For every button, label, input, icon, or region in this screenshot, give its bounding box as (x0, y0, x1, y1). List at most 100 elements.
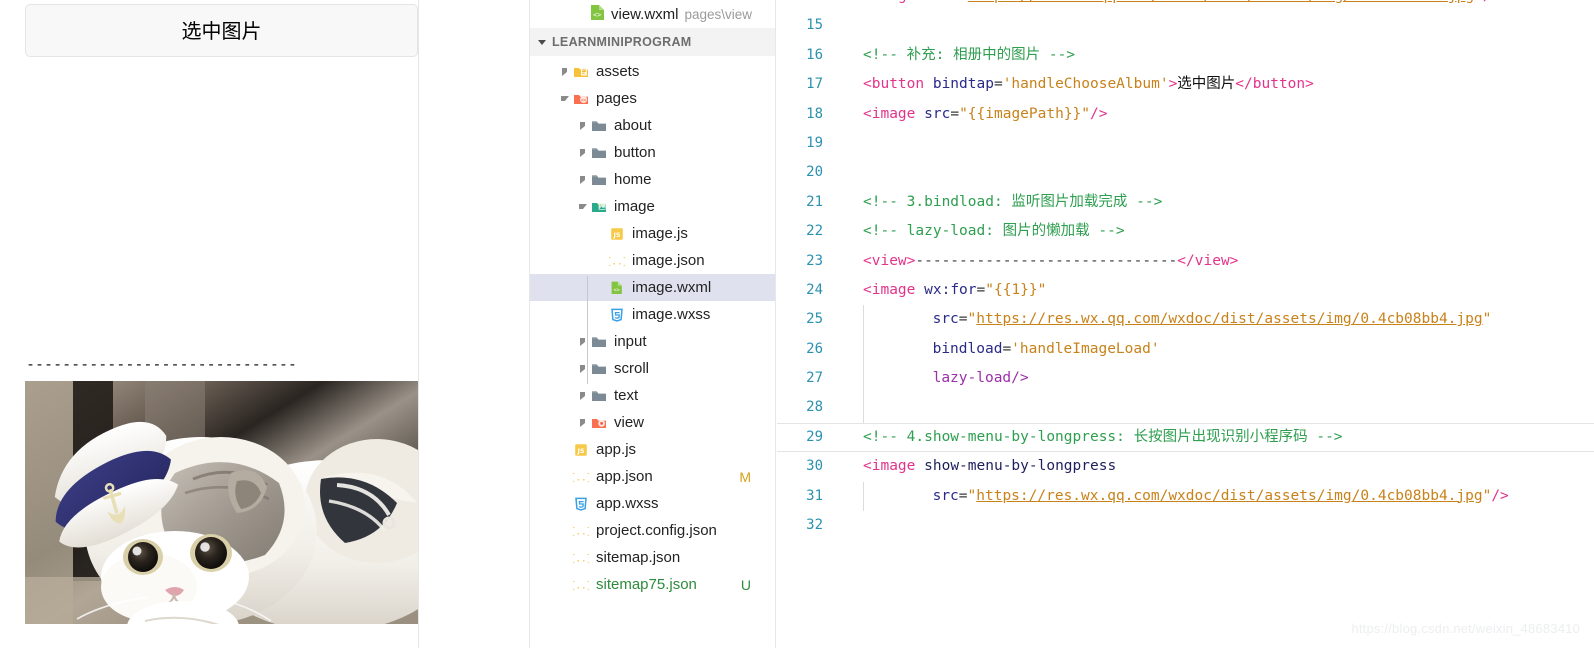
code-line[interactable]: 26 bindload='handleImageLoad' (777, 334, 1594, 365)
tree-folder-scroll[interactable]: scroll (530, 355, 775, 382)
tree-twisty[interactable] (576, 204, 589, 209)
git-status-badge: M (739, 468, 751, 485)
chevron-down-icon[interactable] (560, 96, 569, 101)
token-cjk: 选中图片 (1177, 76, 1236, 93)
token-url: https://res.wx.qq.com/wxdoc/dist/assets/… (976, 487, 1483, 504)
code-line[interactable]: 29 <!-- 4.show-menu-by-longpress: 长按图片出现识… (777, 422, 1594, 453)
tree-item-label: sitemap75.json (596, 576, 697, 593)
tree-twisty[interactable] (558, 67, 571, 76)
code-line[interactable]: 25 src="https://res.wx.qq.com/wxdoc/dist/… (777, 305, 1594, 335)
css-file-icon (607, 307, 626, 323)
chevron-right-icon[interactable] (562, 67, 567, 76)
preview-content: ------------------------------ (25, 57, 418, 642)
tree-folder-image[interactable]: image (530, 193, 775, 220)
tree-twisty[interactable] (576, 148, 589, 157)
token-punc: = (976, 281, 986, 298)
chevron-right-icon[interactable] (580, 121, 585, 130)
line-number: 27 (806, 370, 823, 387)
preview-cat-image (25, 381, 418, 624)
folder-assets-icon (571, 64, 590, 80)
code-line[interactable]: 22 <!-- lazy-load: 图片的懒加载 --> (777, 217, 1594, 246)
code-line[interactable]: 21 <!-- 3.bindload: 监听图片加载完成 --> (777, 188, 1594, 217)
tree-indent-guide (587, 276, 588, 384)
code-line[interactable]: 30 <image show-menu-by-longpress (777, 452, 1594, 481)
code-text: <view>------------------------------</vi… (863, 247, 1238, 276)
code-line[interactable]: 20 (777, 158, 1594, 187)
chevron-right-icon[interactable] (580, 364, 585, 373)
code-line[interactable]: 27 lazy-load/> (777, 364, 1594, 394)
editor-tab-view-wxml[interactable]: <> view.wxml pages\view (530, 0, 775, 28)
tree-file-app-js[interactable]: JS app.js (530, 436, 775, 463)
tree-folder-assets[interactable]: assets (530, 58, 775, 85)
chevron-right-icon[interactable] (580, 418, 585, 427)
code-line[interactable]: 18 <image src="{{imagePath}}"/> (777, 100, 1594, 129)
indent-guide (863, 334, 864, 365)
tree-twisty[interactable] (576, 175, 589, 184)
tree-twisty[interactable] (576, 121, 589, 130)
tree-folder-home[interactable]: home (530, 166, 775, 193)
chevron-right-icon[interactable] (580, 337, 585, 346)
indent-guide (863, 305, 864, 335)
chevron-down-icon[interactable] (578, 204, 587, 209)
token-attr: src (924, 105, 951, 122)
tree-file-image-json[interactable]: {..} image.json (530, 247, 775, 274)
code-line[interactable]: 28 (777, 393, 1594, 423)
token-str: "{{1}}" (985, 281, 1047, 298)
chevron-right-icon[interactable] (580, 148, 585, 157)
chevron-right-icon[interactable] (580, 391, 585, 400)
code-line[interactable]: 32 (777, 511, 1594, 540)
simulator-preview-panel: 选中图片 ------------------------------ (25, 0, 419, 648)
chevron-down-icon[interactable] (538, 39, 546, 45)
tree-folder-about[interactable]: about (530, 112, 775, 139)
code-line[interactable]: 15 (777, 11, 1594, 40)
code-line[interactable]: 23 <view>------------------------------</… (777, 247, 1594, 276)
line-number: 19 (806, 134, 823, 151)
preview-empty-image-slot (25, 57, 418, 358)
line-number: 20 (806, 164, 823, 181)
code-editor[interactable]: 14<image src="https://res.wx.qq.com/wxdo… (777, 0, 1594, 648)
tree-twisty[interactable] (576, 418, 589, 427)
tree-file-app-wxss[interactable]: app.wxss (530, 490, 775, 517)
tree-file-sitemap75-json[interactable]: {..} sitemap75.json U (530, 571, 775, 598)
code-line[interactable]: 31 src="https://res.wx.qq.com/wxdoc/dist/… (777, 481, 1594, 512)
tree-folder-view[interactable]: view (530, 409, 775, 436)
code-text: src="https://res.wx.qq.com/wxdoc/dist/as… (933, 305, 1492, 334)
code-line[interactable]: 24 <image wx:for="{{1}}" (777, 276, 1594, 305)
tree-twisty[interactable] (576, 391, 589, 400)
chevron-right-icon[interactable] (580, 175, 585, 184)
choose-album-button[interactable]: 选中图片 (25, 4, 418, 57)
tree-twisty[interactable] (558, 96, 571, 101)
tree-folder-pages[interactable]: <> pages (530, 85, 775, 112)
token-attr: src (932, 311, 959, 328)
code-line[interactable]: 14<image src="https://res.wx.qq.com/wxdo… (777, 0, 1594, 11)
tree-file-image-js[interactable]: JS image.js (530, 220, 775, 247)
code-line[interactable]: 17 <button bindtap='handleChooseAlbum'>选中… (777, 70, 1594, 99)
tab-filepath: pages\view (684, 6, 753, 22)
svg-text:<>: <> (593, 11, 601, 19)
line-number: 15 (806, 17, 823, 34)
js-file-icon: JS (571, 442, 590, 458)
token-tag: /> (1483, 0, 1500, 4)
token-url: https://res.wx.qq.com/wxdoc/dist/assets/… (968, 0, 1474, 4)
tree-item-label: button (614, 144, 656, 161)
explorer-root-header[interactable]: LEARNMINIPROGRAM (530, 28, 775, 56)
tree-item-label: about (614, 117, 652, 134)
tree-file-project-config-json[interactable]: {..} project.config.json (530, 517, 775, 544)
tree-folder-text[interactable]: text (530, 382, 775, 409)
code-line[interactable]: 19 (777, 129, 1594, 158)
tree-file-sitemap-json[interactable]: {..} sitemap.json (530, 544, 775, 571)
line-number: 21 (806, 193, 823, 210)
tree-file-app-json[interactable]: {..} app.json M (530, 463, 775, 490)
code-line[interactable]: 16 <!-- 补充: 相册中的图片 --> (777, 41, 1594, 70)
tree-file-image-wxss[interactable]: image.wxss (530, 301, 775, 328)
tree-folder-input[interactable]: input (530, 328, 775, 355)
file-tree: assets <> pages about button home image JS image… (530, 56, 775, 598)
tree-item-label: input (614, 333, 647, 350)
blog-watermark: https://blog.csdn.net/weixin_48683410 (1351, 621, 1580, 636)
tree-folder-button[interactable]: button (530, 139, 775, 166)
tree-file-image-wxml[interactable]: <> image.wxml (530, 274, 775, 301)
code-text: bindload='handleImageLoad' (933, 335, 1160, 364)
line-number: 28 (806, 399, 823, 416)
tree-item-label: image.json (632, 252, 705, 269)
folder-icon (589, 118, 608, 134)
